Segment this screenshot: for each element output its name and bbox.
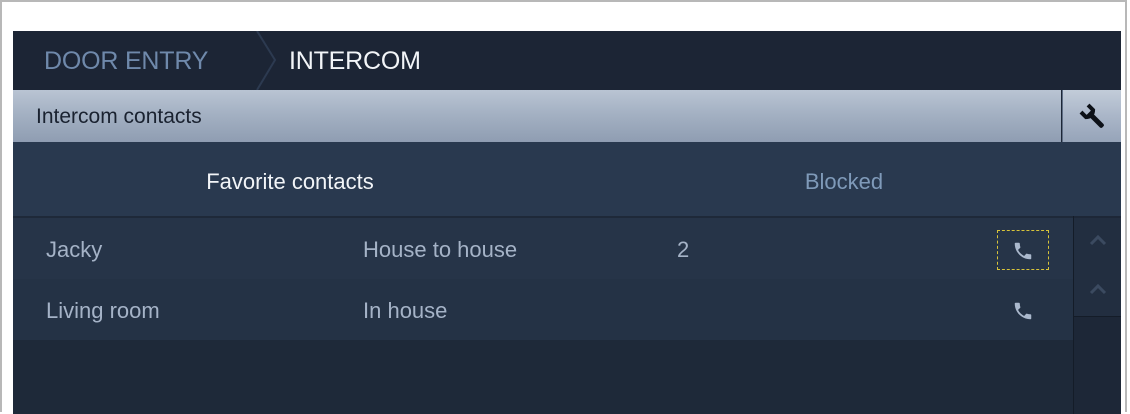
contact-list: Jacky House to house 2 Living room In ho… xyxy=(13,216,1073,414)
contact-name: Jacky xyxy=(46,237,103,262)
breadcrumb-separator-icon xyxy=(256,31,277,90)
phone-icon xyxy=(1014,302,1032,320)
scroll-page-up-button[interactable] xyxy=(1074,267,1121,317)
contact-tabs: Favorite contacts Blocked xyxy=(13,142,1121,216)
window-frame: DOOR ENTRY INTERCOM Intercom contacts Fa… xyxy=(0,0,1127,414)
call-button[interactable] xyxy=(997,291,1049,331)
contact-type: In house xyxy=(363,298,448,323)
call-button[interactable] xyxy=(997,230,1049,270)
chevron-up-icon xyxy=(1089,283,1106,295)
contact-row-jacky[interactable]: Jacky House to house 2 xyxy=(13,218,1073,279)
list-scrollbar xyxy=(1073,216,1121,414)
contact-row-living-room[interactable]: Living room In house xyxy=(13,279,1073,340)
breadcrumb-intercom: INTERCOM xyxy=(289,47,421,75)
wrench-icon xyxy=(1079,103,1104,128)
contact-name: Living room xyxy=(46,298,160,323)
chevron-up-icon xyxy=(1089,234,1106,246)
section-title: Intercom contacts xyxy=(36,105,202,128)
section-header: Intercom contacts xyxy=(13,90,1061,142)
phone-icon xyxy=(1014,242,1032,260)
tab-favorite-contacts[interactable]: Favorite contacts xyxy=(13,142,567,216)
tab-blocked[interactable]: Blocked xyxy=(567,142,1121,216)
breadcrumb-door-entry[interactable]: DOOR ENTRY xyxy=(44,47,208,76)
door-entry-panel: DOOR ENTRY INTERCOM Intercom contacts Fa… xyxy=(13,31,1121,414)
settings-button[interactable] xyxy=(1062,90,1121,142)
breadcrumb: DOOR ENTRY INTERCOM xyxy=(13,31,1121,90)
contact-number: 2 xyxy=(677,237,690,262)
scroll-up-button[interactable] xyxy=(1074,218,1121,268)
contact-type: House to house xyxy=(363,237,518,262)
